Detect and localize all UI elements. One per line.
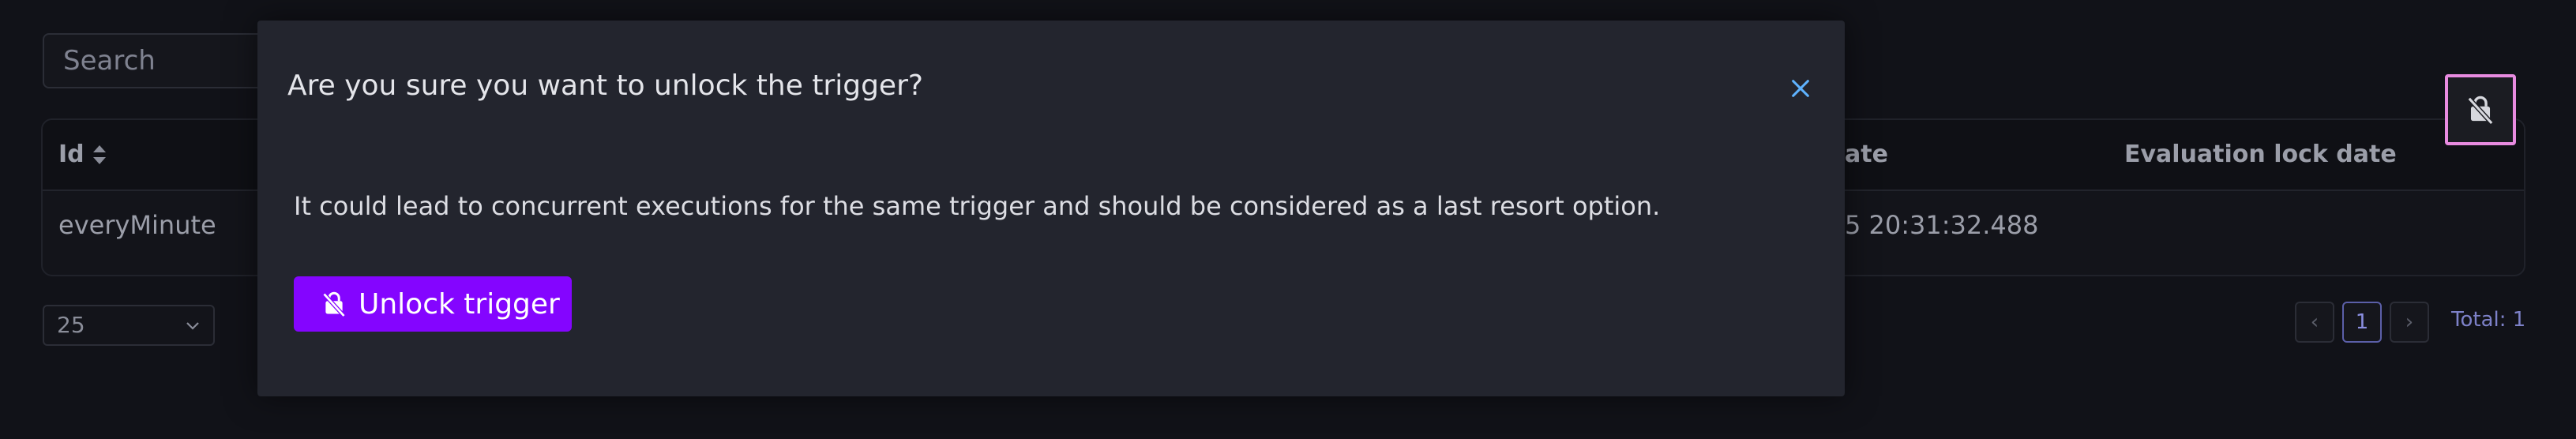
sort-icon[interactable] <box>92 144 107 166</box>
per-page-value: 25 <box>57 312 85 338</box>
unlock-row-button[interactable] <box>2445 74 2516 145</box>
pagination-prev-button[interactable]: ‹ <box>2295 302 2334 343</box>
pagination-current-page: 1 <box>2355 310 2369 334</box>
pagination-next-button[interactable]: › <box>2390 302 2429 343</box>
cell-date: 5 20:31:32.488 <box>1845 210 2039 240</box>
page: Search Id ate Evaluation lock date every… <box>0 0 2576 439</box>
close-icon <box>1792 80 1809 97</box>
per-page-select[interactable]: 25 <box>43 305 215 346</box>
dialog-message: It could lead to concurrent executions f… <box>294 191 1661 221</box>
column-id[interactable]: Id <box>58 141 84 168</box>
column-date[interactable]: ate <box>1845 141 1888 168</box>
lock-off-icon <box>2467 96 2494 125</box>
close-button[interactable] <box>1785 73 1816 104</box>
dialog-title: Are you sure you want to unlock the trig… <box>287 69 923 102</box>
chevron-left-icon: ‹ <box>2310 310 2319 334</box>
unlock-trigger-label: Unlock trigger <box>359 287 560 321</box>
lock-off-icon <box>322 291 346 317</box>
chevron-right-icon: › <box>2405 310 2414 334</box>
column-evaluation-lock-date[interactable]: Evaluation lock date <box>2124 141 2397 168</box>
chevron-down-icon <box>186 322 199 330</box>
search-placeholder: Search <box>63 45 156 77</box>
unlock-confirm-dialog: Are you sure you want to unlock the trig… <box>257 21 1845 396</box>
cell-id[interactable]: everyMinute <box>58 210 216 240</box>
pagination-page-1[interactable]: 1 <box>2342 302 2382 343</box>
pagination-total: Total: 1 <box>2451 308 2526 332</box>
unlock-trigger-button[interactable]: Unlock trigger <box>294 276 572 332</box>
